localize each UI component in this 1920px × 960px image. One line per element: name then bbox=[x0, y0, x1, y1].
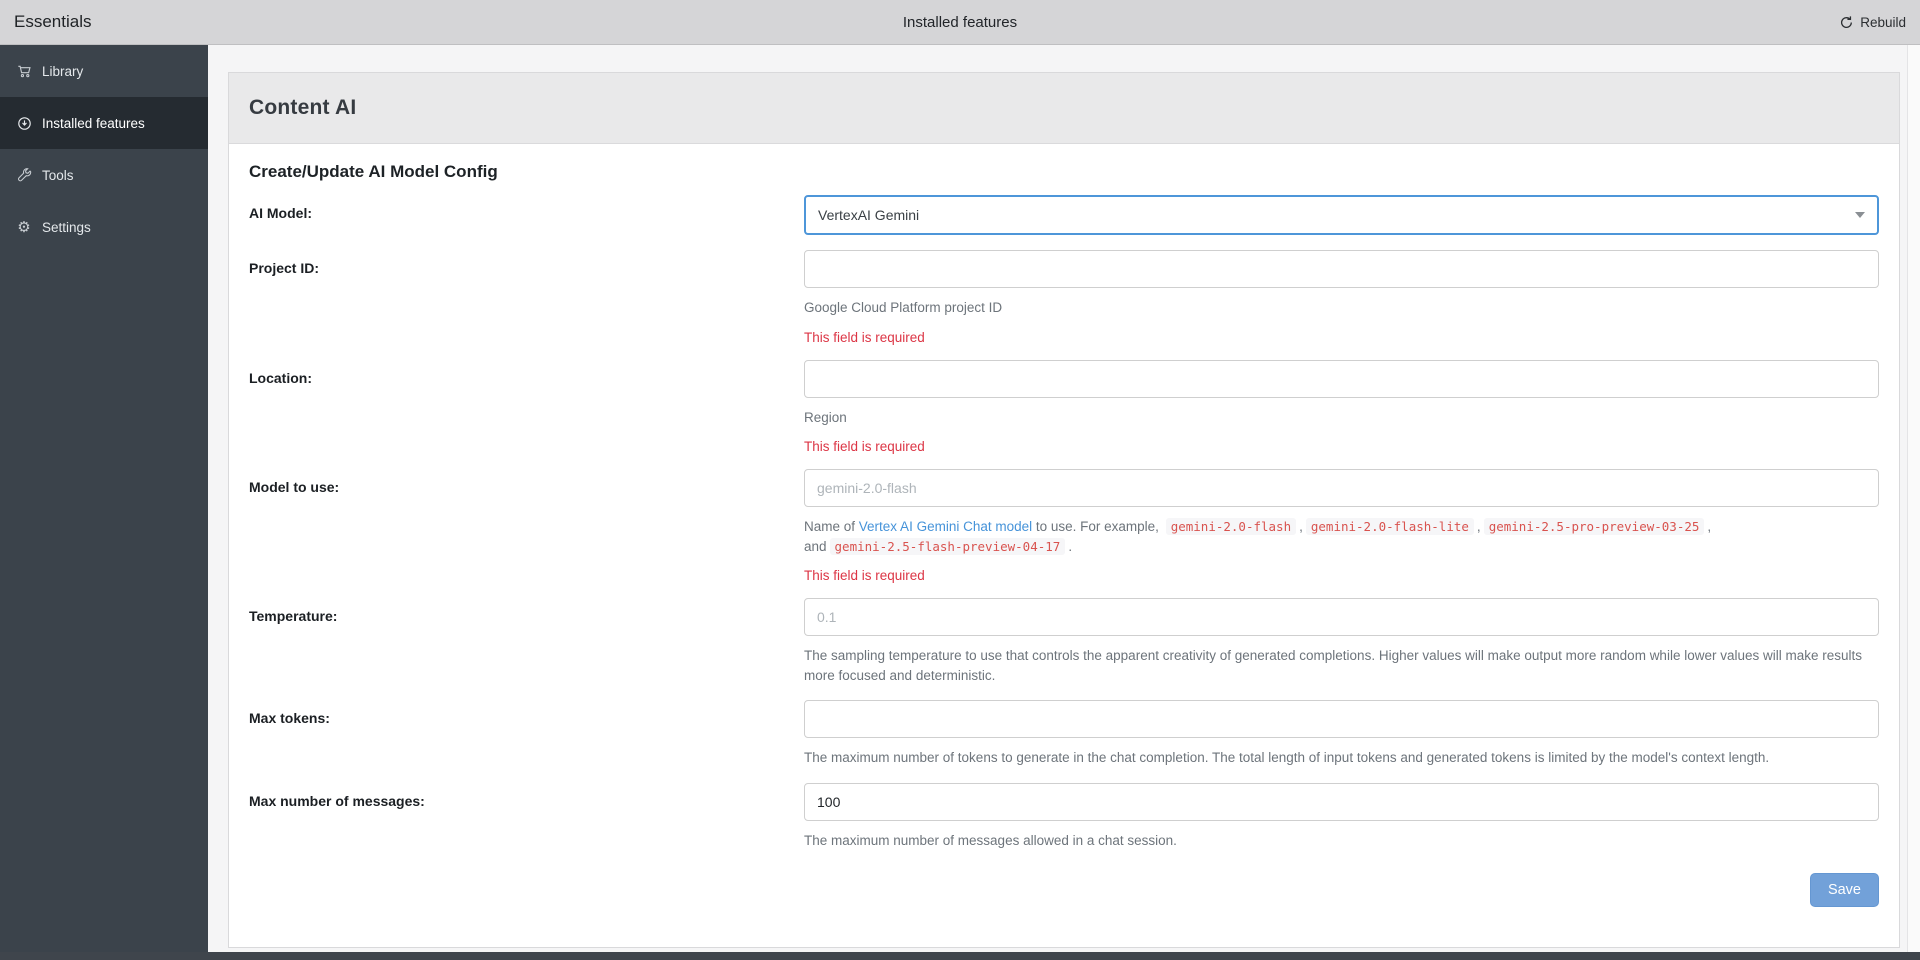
wrench-icon bbox=[16, 167, 32, 183]
sidebar-item-label: Settings bbox=[42, 219, 91, 235]
scrollbar[interactable] bbox=[1907, 45, 1920, 952]
window-bottom-edge bbox=[0, 952, 1920, 960]
field-row-model-to-use: Model to use: Name of Vertex AI Gemini C… bbox=[249, 469, 1879, 583]
sidebar-item-library[interactable]: Library bbox=[0, 45, 208, 97]
field-row-location: Location: Region This field is required bbox=[249, 359, 1879, 455]
ai-model-select[interactable]: VertexAI Gemini bbox=[804, 195, 1879, 235]
app-title: Essentials bbox=[14, 12, 92, 31]
section-header: Content AI bbox=[229, 73, 1899, 144]
max-messages-input[interactable] bbox=[804, 782, 1879, 821]
field-help: The sampling temperature to use that con… bbox=[804, 648, 1863, 683]
circle-down-arrow-icon bbox=[16, 115, 32, 131]
field-label: Max number of messages: bbox=[249, 792, 425, 809]
field-help: Google Cloud Platform project ID bbox=[804, 300, 1003, 315]
field-row-project-id: Project ID: Google Cloud Platform projec… bbox=[249, 250, 1879, 345]
field-label: Temperature: bbox=[249, 608, 338, 625]
page-title: Installed features bbox=[902, 13, 1018, 31]
field-row-ai-model: AI Model: VertexAI Gemini bbox=[249, 195, 1879, 235]
field-error: This field is required bbox=[804, 329, 925, 345]
field-help: Region bbox=[804, 409, 847, 425]
field-label: Location: bbox=[249, 369, 312, 386]
field-help: Name of Vertex AI Gemini Chat model to u… bbox=[804, 518, 1712, 555]
save-button[interactable]: Save bbox=[1809, 872, 1879, 907]
rebuild-label: Rebuild bbox=[1860, 14, 1906, 30]
sidebar-item-tools[interactable]: Tools bbox=[0, 149, 208, 201]
form-title: Create/Update AI Model Config bbox=[249, 162, 498, 181]
field-row-temperature: Temperature: The sampling temperature to… bbox=[249, 598, 1879, 685]
section-title: Content AI bbox=[249, 96, 357, 119]
field-row-max-tokens: Max tokens: The maximum number of tokens… bbox=[249, 700, 1879, 768]
main-area: Content AI Create/Update AI Model Config… bbox=[208, 45, 1920, 960]
cart-icon bbox=[16, 63, 32, 79]
location-input[interactable] bbox=[804, 359, 1879, 398]
field-help: The maximum number of messages allowed i… bbox=[804, 832, 1177, 848]
chevron-down-icon bbox=[1855, 212, 1865, 218]
code-model-example: gemini-2.5-flash-preview-04-17 bbox=[829, 537, 1066, 555]
sidebar-item-label: Installed features bbox=[42, 115, 145, 131]
field-label: Max tokens: bbox=[249, 710, 330, 727]
field-label: AI Model: bbox=[249, 205, 312, 221]
sidebar-item-installed-features[interactable]: Installed features bbox=[0, 97, 208, 149]
field-label: Project ID: bbox=[249, 260, 320, 276]
max-tokens-input[interactable] bbox=[804, 700, 1879, 739]
code-model-example: gemini-2.0-flash-lite bbox=[1305, 518, 1474, 536]
top-bar: Essentials Installed features Rebuild bbox=[0, 0, 1920, 45]
rebuild-button[interactable]: Rebuild bbox=[1839, 15, 1906, 30]
gear-icon: ⚙ bbox=[17, 218, 31, 236]
model-to-use-input[interactable] bbox=[804, 469, 1879, 508]
sidebar: Library Installed features Tools ⚙ Setti… bbox=[0, 45, 208, 960]
field-label: Model to use: bbox=[249, 479, 340, 496]
project-id-input[interactable] bbox=[804, 250, 1879, 288]
field-error: This field is required bbox=[804, 568, 925, 584]
sidebar-item-label: Library bbox=[42, 63, 84, 79]
refresh-icon bbox=[1839, 15, 1854, 30]
temperature-input[interactable] bbox=[804, 598, 1879, 637]
content-ai-card: Content AI Create/Update AI Model Config… bbox=[228, 72, 1900, 948]
code-model-example: gemini-2.0-flash bbox=[1165, 518, 1297, 536]
field-help: The maximum number of tokens to generate… bbox=[804, 750, 1770, 766]
ai-model-selected-value: VertexAI Gemini bbox=[818, 207, 920, 223]
sidebar-item-settings[interactable]: ⚙ Settings bbox=[0, 201, 208, 253]
code-model-example: gemini-2.5-pro-preview-03-25 bbox=[1483, 518, 1705, 536]
field-error: This field is required bbox=[804, 439, 925, 455]
sidebar-item-label: Tools bbox=[42, 167, 74, 183]
field-row-max-messages: Max number of messages: The maximum numb… bbox=[249, 782, 1879, 851]
vertex-ai-gemini-chat-model-link[interactable]: Vertex AI Gemini Chat model bbox=[859, 519, 1032, 534]
form-body: Create/Update AI Model Config AI Model: … bbox=[229, 144, 1899, 947]
